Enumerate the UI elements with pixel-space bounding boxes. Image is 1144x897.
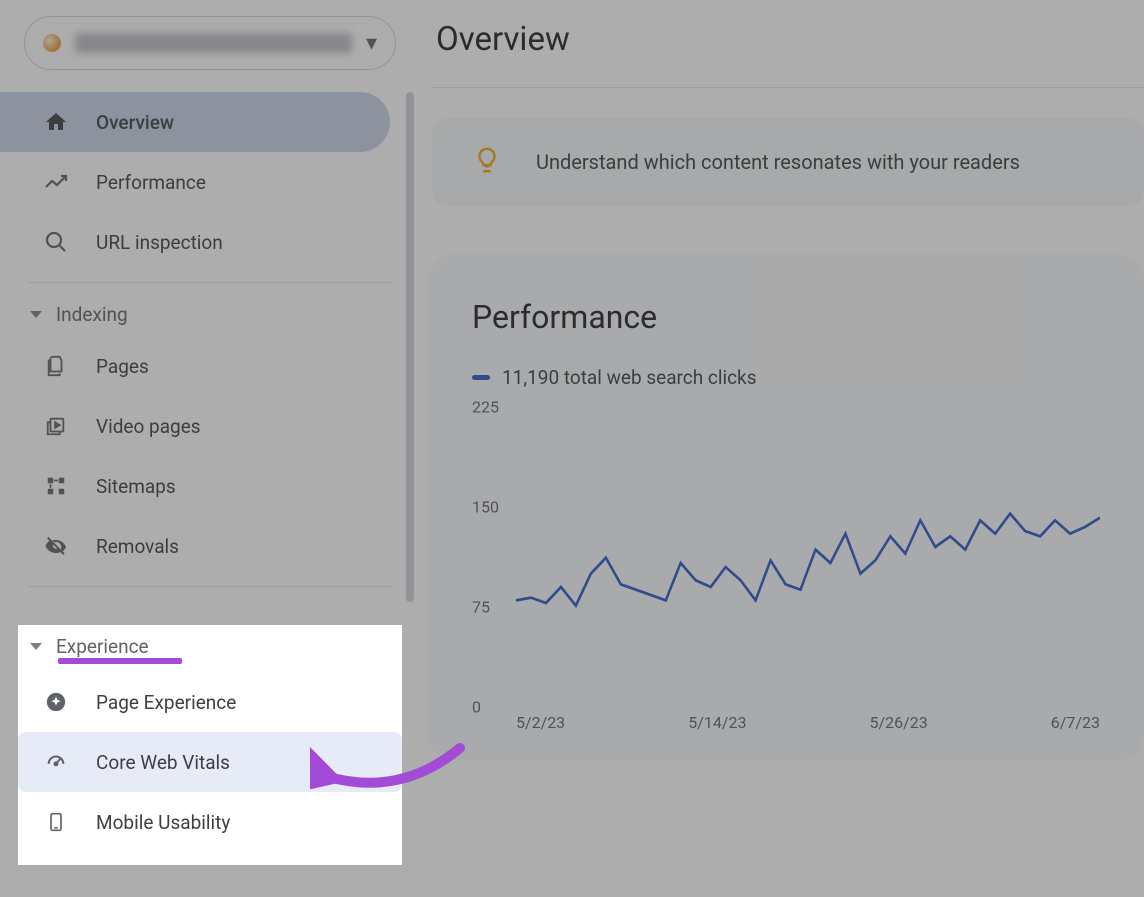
nav-label: Core Web Vitals	[96, 751, 230, 774]
page-title: Overview	[436, 20, 1144, 59]
pages-icon	[44, 354, 68, 378]
x-tick-label: 5/2/23	[516, 713, 565, 732]
speedometer-icon	[44, 750, 68, 774]
nav-label: Removals	[96, 535, 179, 558]
nav-label: Pages	[96, 355, 149, 378]
nav-label: Mobile Usability	[96, 811, 230, 834]
annotation-underline	[58, 658, 182, 664]
y-tick-label: 0	[472, 698, 481, 717]
lightbulb-icon	[472, 145, 502, 179]
sparkle-icon	[44, 690, 68, 714]
section-experience[interactable]: Experience	[18, 625, 402, 668]
home-icon	[44, 110, 68, 134]
nav-overview[interactable]: Overview	[0, 92, 390, 152]
y-tick-label: 75	[472, 598, 490, 617]
insight-card[interactable]: Understand which content resonates with …	[432, 118, 1144, 206]
nav-label: Overview	[96, 111, 174, 134]
annotation-arrow	[310, 738, 470, 818]
nav-label: URL inspection	[96, 231, 223, 254]
chevron-down-icon	[30, 643, 42, 650]
nav-video-pages[interactable]: Video pages	[0, 396, 390, 456]
y-tick-label: 225	[472, 398, 499, 417]
sitemaps-icon	[44, 474, 68, 498]
smartphone-icon	[44, 810, 68, 834]
trending-icon	[44, 170, 68, 194]
nav-label: Page Experience	[96, 691, 236, 714]
performance-card: Performance 11,190 total web search clic…	[428, 254, 1144, 760]
property-favicon	[43, 34, 61, 52]
chevron-down-icon	[30, 311, 42, 318]
divider	[28, 282, 392, 283]
insight-text: Understand which content resonates with …	[536, 150, 1020, 174]
legend-swatch	[472, 375, 490, 380]
sidebar-scrollbar[interactable]	[406, 92, 414, 602]
section-indexing[interactable]: Indexing	[0, 293, 420, 336]
divider	[28, 586, 392, 587]
chart-legend: 11,190 total web search clicks	[472, 366, 1100, 389]
nav-label: Video pages	[96, 415, 201, 438]
section-label: Indexing	[56, 303, 128, 326]
performance-title: Performance	[472, 298, 1100, 336]
property-selector[interactable]: ▾	[24, 16, 396, 70]
property-url-redacted	[75, 33, 352, 53]
nav-label: Performance	[96, 171, 206, 194]
nav-performance[interactable]: Performance	[0, 152, 390, 212]
chevron-down-icon: ▾	[366, 31, 377, 56]
legend-text: 11,190 total web search clicks	[502, 366, 757, 389]
chart-plot	[516, 407, 1100, 707]
x-tick-label: 5/14/23	[688, 713, 746, 732]
chart-x-axis: 5/2/23 5/14/23 5/26/23 6/7/23	[472, 713, 1100, 732]
main-content: Overview Understand which content resona…	[420, 0, 1144, 897]
nav-label: Sitemaps	[96, 475, 176, 498]
nav-url-inspection[interactable]: URL inspection	[0, 212, 390, 272]
nav-page-experience[interactable]: Page Experience	[18, 672, 402, 732]
visibility-off-icon	[44, 534, 68, 558]
nav-removals[interactable]: Removals	[0, 516, 390, 576]
y-tick-label: 150	[472, 498, 499, 517]
nav-pages[interactable]: Pages	[0, 336, 390, 396]
performance-chart[interactable]: 075150225	[472, 407, 1100, 707]
section-label: Experience	[56, 635, 149, 658]
x-tick-label: 5/26/23	[870, 713, 928, 732]
divider	[432, 87, 1144, 88]
x-tick-label: 6/7/23	[1051, 713, 1100, 732]
nav-sitemaps[interactable]: Sitemaps	[0, 456, 390, 516]
video-pages-icon	[44, 414, 68, 438]
search-icon	[44, 230, 68, 254]
